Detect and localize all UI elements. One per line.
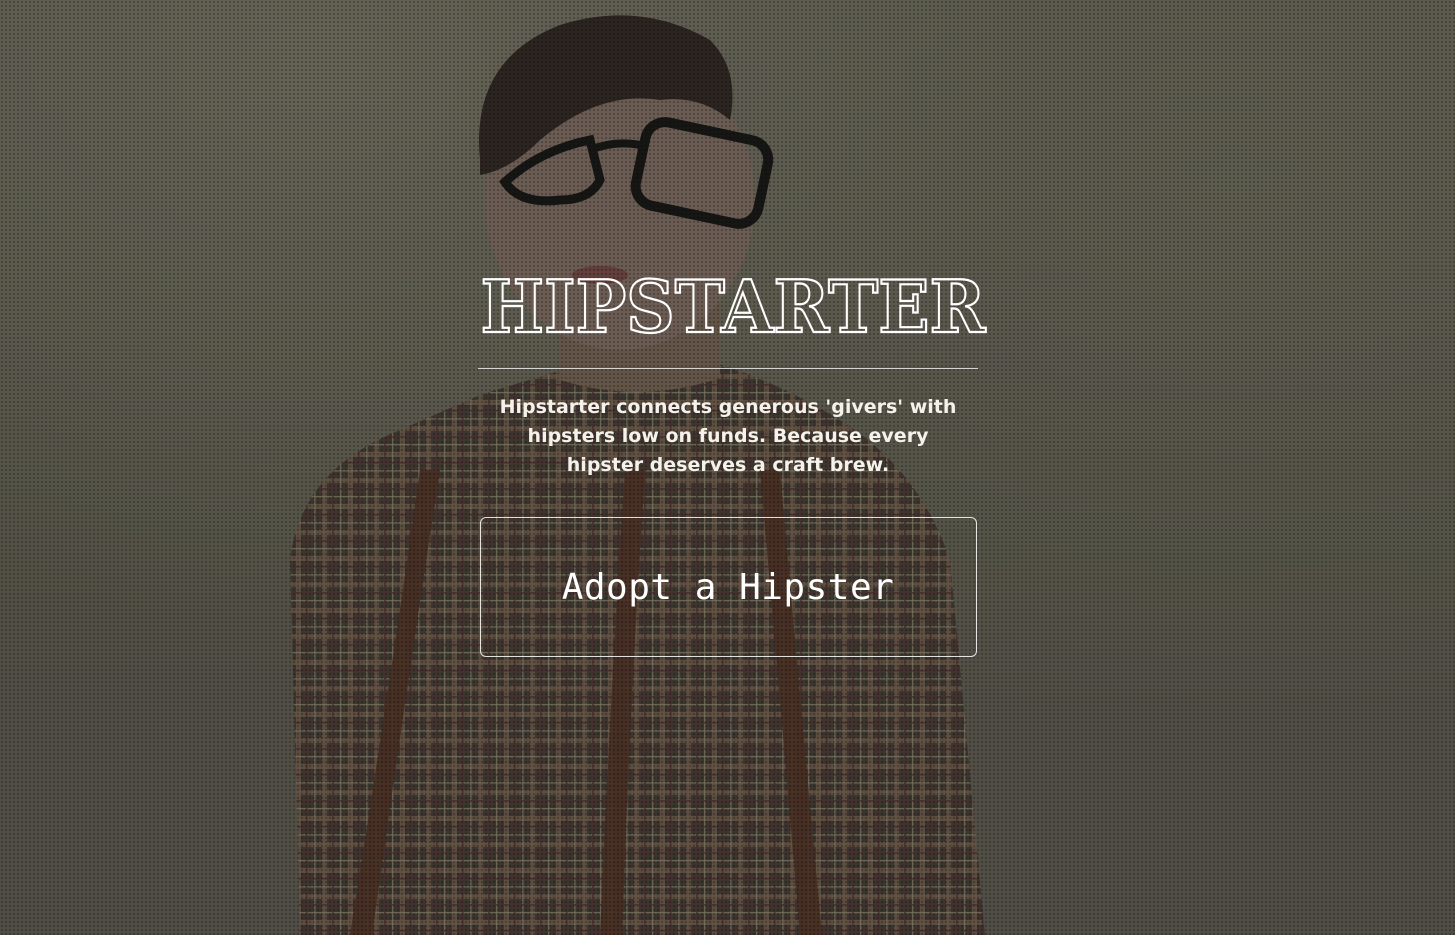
hipstarter-logo: HIPSTARTER [479,270,987,340]
adopt-a-hipster-label: Adopt a Hipster [561,566,895,608]
adopt-a-hipster-button[interactable]: Adopt a Hipster [479,517,977,657]
logo-text: HIPSTARTER [481,270,987,340]
hero-tagline: Hipstarter connects generous 'givers' wi… [499,396,957,476]
hero-content: HIPSTARTER Hipstarter connects generous … [478,270,988,657]
logo-divider [478,368,978,369]
